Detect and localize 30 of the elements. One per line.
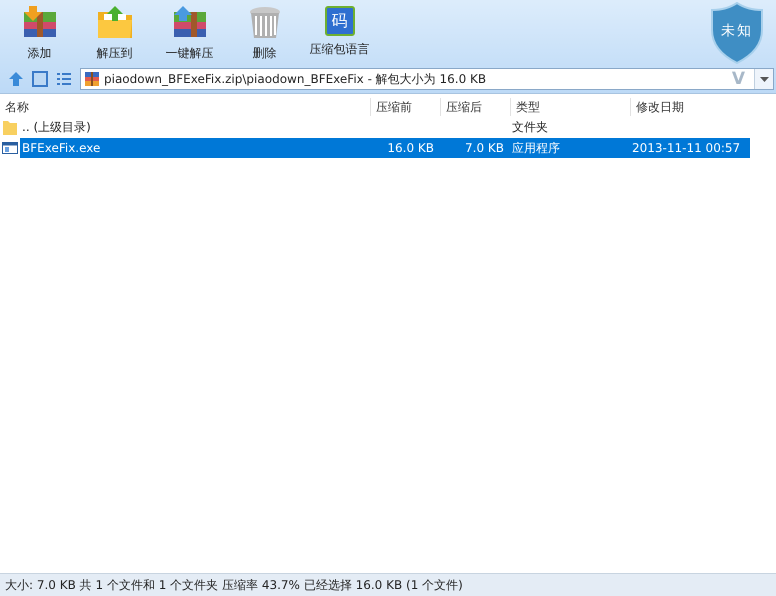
folder-icon <box>96 6 134 40</box>
column-header[interactable]: 压缩后 <box>440 98 510 116</box>
address-field[interactable]: piaodown_BFExeFix.zip\piaodown_BFExeFix - 解包大小为 16.0 KB V <box>80 68 774 90</box>
folder-icon <box>3 119 17 135</box>
toolbar-button[interactable]: 删除 <box>227 0 302 66</box>
toolbar-button[interactable]: 解压到 <box>77 0 152 66</box>
table-cell-text: 7.0 KB <box>464 141 505 155</box>
column-header[interactable]: 压缩前 <box>370 98 440 116</box>
thumbnail-view-icon[interactable] <box>32 71 48 87</box>
column-header[interactable]: 名称 <box>0 98 370 116</box>
table-cell-text: 2013-11-11 00:57 <box>631 141 742 155</box>
archive-icon <box>85 72 99 86</box>
table-cell-text: .. (上级目录) <box>21 118 92 136</box>
dropdown-arrow-icon[interactable] <box>760 76 768 82</box>
status-bar: 大小: 7.0 KB 共 1 个文件和 1 个文件夹 压缩率 43.7% 已经选择 16.0 KB (1 个文件) <box>0 573 776 596</box>
column-header[interactable]: 类型 <box>510 98 630 116</box>
column-header[interactable]: 修改日期 <box>630 98 750 116</box>
toolbar-button[interactable]: 一键解压 <box>152 0 227 66</box>
language-icon: 码 <box>324 6 354 36</box>
file-row[interactable]: .. (上级目录) 文件夹 <box>20 117 750 137</box>
list-view-icon[interactable] <box>56 71 72 87</box>
up-arrow-icon[interactable] <box>8 71 24 87</box>
table-cell-text: BFExeFix.exe <box>21 141 102 155</box>
security-badge: 未知 <box>710 2 764 64</box>
toolbar-button[interactable]: 添加 <box>2 0 77 66</box>
table-cell-text: 文件夹 <box>511 118 549 136</box>
file-row[interactable]: BFExeFix.exe 16.0 KB 7.0 KB 应用程序 2013-11-11 00:57 <box>20 138 750 158</box>
table-cell-text: 16.0 KB <box>386 141 435 155</box>
toolbar-button[interactable]: 码 压缩包语言 <box>302 0 377 66</box>
table-cell-text: 应用程序 <box>511 140 561 156</box>
